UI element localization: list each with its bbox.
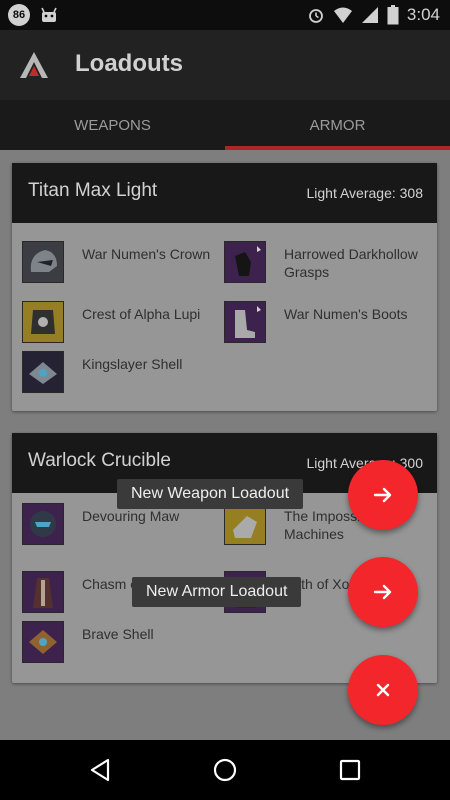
new-armor-loadout-label[interactable]: New Armor Loadout xyxy=(132,577,302,607)
navigation-bar xyxy=(0,740,450,800)
arrow-right-icon xyxy=(373,584,392,600)
new-weapon-loadout-button[interactable] xyxy=(348,460,418,530)
recents-icon[interactable] xyxy=(339,759,361,781)
new-weapon-loadout-label[interactable]: New Weapon Loadout xyxy=(117,479,304,509)
back-icon[interactable] xyxy=(88,758,112,782)
fab-menu-scrim[interactable] xyxy=(0,0,450,740)
close-icon xyxy=(376,683,390,697)
arrow-right-icon xyxy=(373,487,392,503)
new-armor-loadout-button[interactable] xyxy=(348,557,418,627)
home-icon[interactable] xyxy=(213,758,237,782)
close-menu-button[interactable] xyxy=(348,655,418,725)
